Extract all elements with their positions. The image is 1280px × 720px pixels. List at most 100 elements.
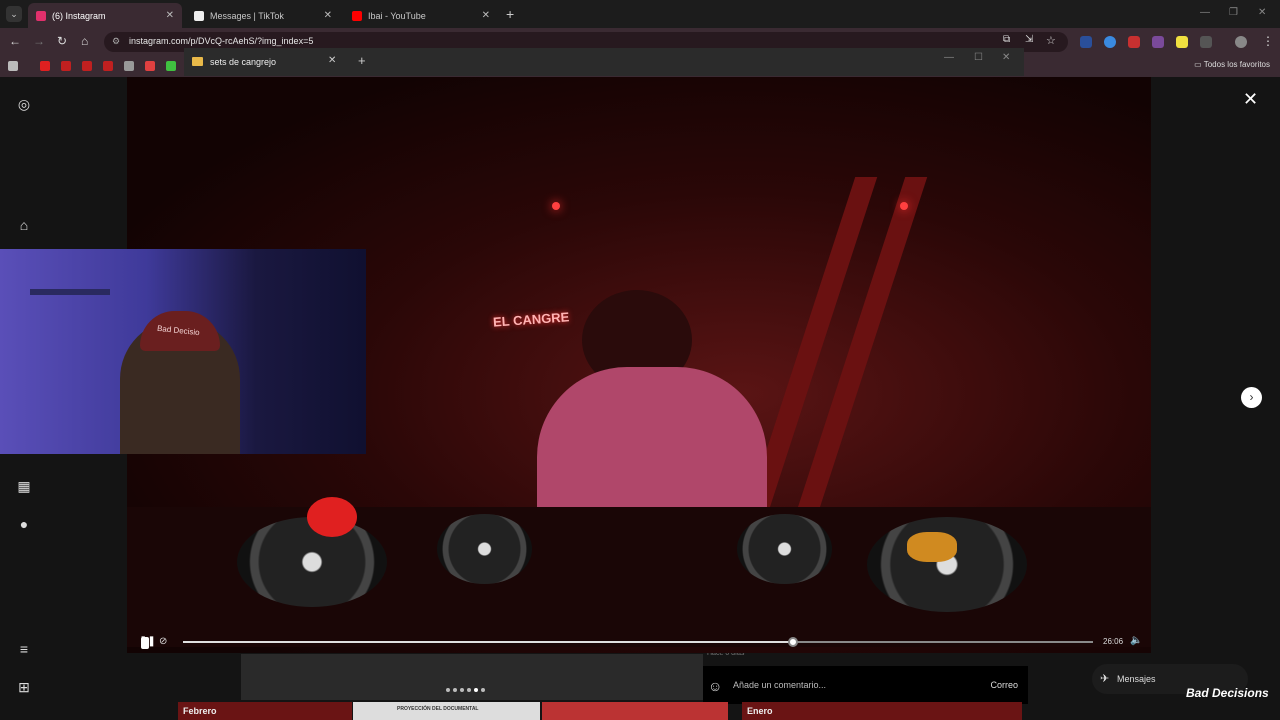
volume-icon[interactable]: 🔈 <box>1130 635 1142 646</box>
folder-icon <box>192 57 203 66</box>
red-light <box>900 202 908 210</box>
carousel-indicator <box>446 688 485 692</box>
reload-icon[interactable]: ↻ <box>57 34 67 48</box>
mouse-cursor <box>141 637 149 649</box>
crab-toy <box>307 497 357 537</box>
shelf <box>30 289 110 295</box>
seek-bar[interactable] <box>183 641 1093 643</box>
youtube-icon <box>352 10 362 21</box>
forward-icon[interactable]: → <box>33 34 45 48</box>
comment-box: ☺ Añade un comentario... Correo <box>703 666 1028 704</box>
carousel-dot <box>453 688 457 692</box>
close-tab-icon[interactable]: ✕ <box>166 10 174 21</box>
carousel-dot <box>446 688 450 692</box>
install-icon[interactable]: ⇲ <box>1025 34 1033 45</box>
carousel-dot <box>481 688 485 692</box>
bookmark-icon[interactable] <box>166 61 176 71</box>
extension-icon[interactable] <box>1152 36 1164 48</box>
extension-icon[interactable] <box>1104 36 1116 48</box>
tab-tiktok[interactable]: Messages | TikTok ✕ <box>186 3 340 28</box>
crab-toy <box>907 532 957 562</box>
tab-youtube[interactable]: Ibai - YouTube ✕ <box>344 3 498 28</box>
bookmark-icon[interactable] <box>124 61 134 71</box>
tab-label: (6) Instagram <box>52 10 106 21</box>
brand-watermark: Bad Decisions <box>1186 686 1269 700</box>
comment-input[interactable]: Añade un comentario... <box>733 680 826 690</box>
bg-label: Enero <box>747 706 773 716</box>
close-tab-icon[interactable]: ✕ <box>324 10 332 21</box>
close-tab-icon[interactable]: ✕ <box>328 55 336 66</box>
dashboard-icon[interactable]: ▦ <box>16 478 32 494</box>
carousel-dot <box>467 688 471 692</box>
turntable <box>437 514 532 584</box>
post-comment-button[interactable]: Correo <box>990 680 1018 690</box>
tab-label: Messages | TikTok <box>210 10 284 21</box>
tiktok-icon <box>194 10 204 21</box>
messenger-icon: ✈ <box>1100 673 1110 685</box>
site-info-icon[interactable]: ⚙ <box>112 36 120 47</box>
minimize-icon[interactable]: — <box>1200 7 1210 18</box>
maximize-icon[interactable]: ☐ <box>974 52 983 63</box>
extension-icon[interactable] <box>1176 36 1188 48</box>
url-text: instagram.com/p/DVcQ-rcAehS/?img_index=5 <box>129 36 314 46</box>
emoji-icon[interactable]: ☺ <box>708 678 722 694</box>
turntable <box>867 517 1027 612</box>
bookmark-icon[interactable] <box>145 61 155 71</box>
bg-thumbnail: Enero <box>742 702 1022 720</box>
bookmark-star-icon[interactable]: ☆ <box>1046 34 1056 47</box>
bg-thumbnail: PROYECCIÓN DEL DOCUMENTAL <box>353 702 540 720</box>
home-icon[interactable]: ⌂ <box>16 217 32 233</box>
profile-avatar[interactable]: ● <box>16 516 32 532</box>
turntable <box>237 517 387 607</box>
carousel-dot-active <box>474 688 478 692</box>
new-tab-button[interactable]: + <box>358 53 366 68</box>
video-time: 26:06 <box>1103 637 1124 646</box>
close-window-icon[interactable]: ✕ <box>1258 7 1266 18</box>
bookmark-icon[interactable] <box>103 61 113 71</box>
extension-icon[interactable] <box>1080 36 1092 48</box>
home-icon[interactable]: ⌂ <box>81 34 88 48</box>
bg-thumbnail <box>542 702 728 720</box>
tab-label: Ibai - YouTube <box>368 10 426 21</box>
red-light <box>552 202 560 210</box>
more-menu-icon[interactable]: ≡ <box>16 641 32 657</box>
extensions-puzzle-icon[interactable] <box>1200 36 1212 48</box>
bookmarks-folder-label: Todos los favoritos <box>1203 60 1270 69</box>
bg-label: Febrero <box>183 706 217 716</box>
new-tab-button[interactable]: + <box>506 6 514 22</box>
close-icon[interactable]: ✕ <box>1243 89 1258 110</box>
carousel-dot <box>460 688 464 692</box>
next-post-icon[interactable]: › <box>1241 387 1262 408</box>
post-media-background <box>241 654 703 700</box>
apps-icon[interactable] <box>8 61 18 71</box>
video-controls: ❚❚ ⊘ 26:06 🔈 <box>127 632 1151 652</box>
inner-window-title: sets de cangrejo <box>210 57 277 67</box>
bookmark-icon[interactable] <box>40 61 50 71</box>
extension-icon[interactable] <box>1128 36 1140 48</box>
messages-label: Mensajes <box>1117 674 1156 684</box>
minimize-icon[interactable]: — <box>944 52 954 63</box>
turntable <box>737 514 832 584</box>
no-captions-icon[interactable]: ⊘ <box>159 636 167 647</box>
webcam-overlay: Bad Decisio <box>0 249 366 454</box>
translate-icon[interactable]: ⧉ <box>1003 34 1010 45</box>
tab-search-button[interactable]: ⌄ <box>6 6 22 22</box>
seek-handle[interactable] <box>787 637 798 647</box>
close-tab-icon[interactable]: ✕ <box>482 10 490 21</box>
tab-strip: ⌄ (6) Instagram ✕ Messages | TikTok ✕ Ib… <box>0 0 1280 28</box>
all-bookmarks-folder[interactable]: ▭ Todos los favoritos <box>1194 60 1270 69</box>
instagram-logo-icon[interactable]: ◎ <box>16 96 32 112</box>
maximize-icon[interactable]: ❐ <box>1229 7 1238 18</box>
menu-icon[interactable]: ⋮ <box>1262 34 1274 48</box>
close-window-icon[interactable]: ✕ <box>1002 52 1010 63</box>
bg-doc-label: PROYECCIÓN DEL DOCUMENTAL <box>397 706 479 712</box>
inner-window-titlebar: sets de cangrejo ✕ + — ☐ ✕ <box>184 48 1024 76</box>
bg-thumbnail: Febrero <box>178 702 352 720</box>
profile-avatar[interactable] <box>1235 36 1247 48</box>
bookmark-icon[interactable] <box>82 61 92 71</box>
back-icon[interactable]: ← <box>9 34 21 48</box>
tab-instagram[interactable]: (6) Instagram ✕ <box>28 3 182 28</box>
bookmark-icon[interactable] <box>61 61 71 71</box>
instagram-icon <box>36 10 46 21</box>
meta-apps-icon[interactable]: ⊞ <box>16 679 32 695</box>
